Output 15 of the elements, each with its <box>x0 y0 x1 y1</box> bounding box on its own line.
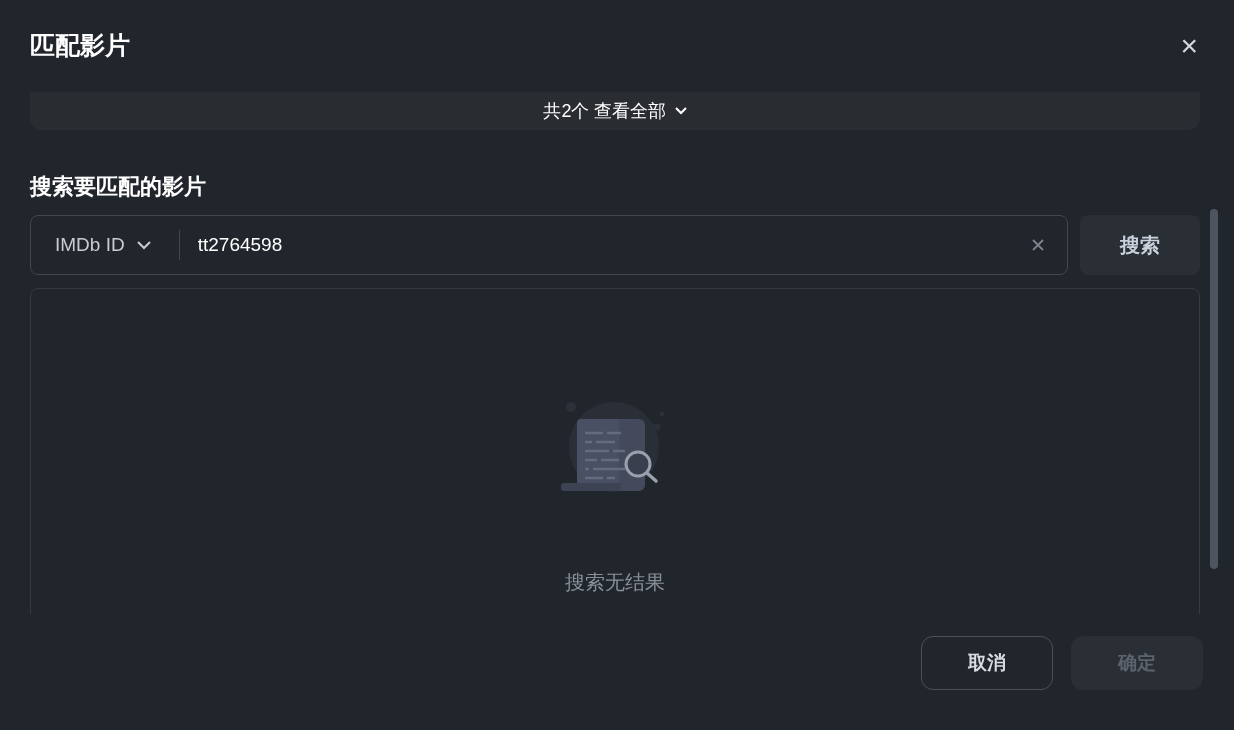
search-input[interactable]: tt2764598 <box>179 230 1031 260</box>
dialog-title: 匹配影片 <box>30 30 130 62</box>
search-label: 搜索要匹配的影片 <box>30 173 207 201</box>
cancel-button[interactable]: 取消 <box>921 636 1053 690</box>
clear-icon[interactable] <box>1031 238 1045 252</box>
search-field[interactable]: IMDb ID tt2764598 <box>30 215 1068 275</box>
chevron-down-icon <box>136 240 151 250</box>
id-type-select[interactable]: IMDb ID <box>31 230 180 260</box>
scrollbar[interactable] <box>1210 209 1218 569</box>
summary-bar[interactable]: 共2个 查看全部 <box>30 92 1200 130</box>
empty-text: 搜索无结果 <box>565 570 665 595</box>
close-button[interactable]: × <box>1180 31 1198 61</box>
summary-text: 共2个 查看全部 <box>543 99 667 123</box>
search-button[interactable]: 搜索 <box>1080 215 1200 275</box>
chevron-down-icon <box>674 107 687 115</box>
